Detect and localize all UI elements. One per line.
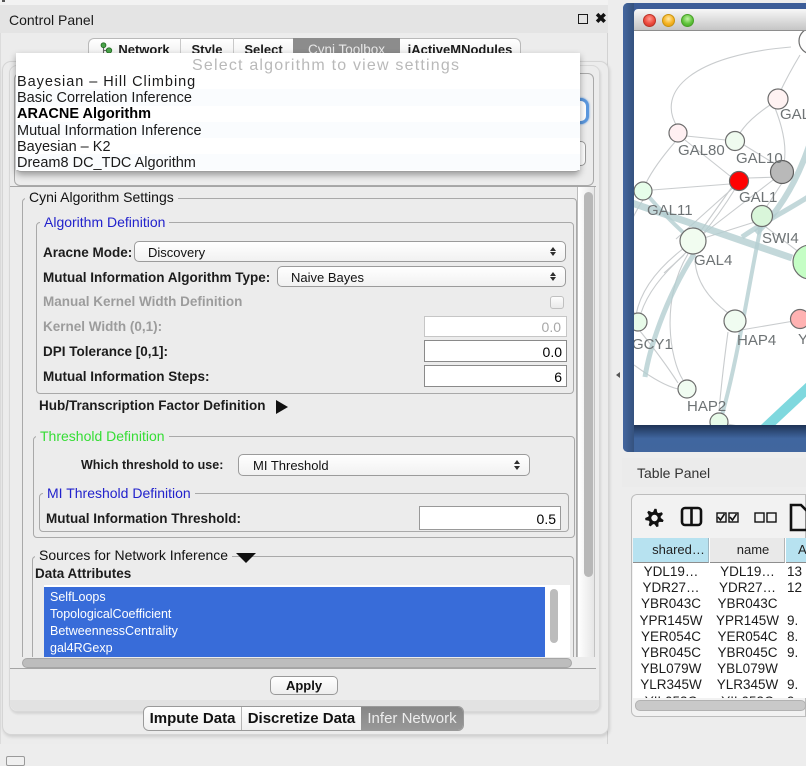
svg-text:HAP4: HAP4 [737, 332, 776, 349]
svg-text:GAL80: GAL80 [678, 142, 725, 159]
svg-text:SWI4: SWI4 [762, 230, 799, 247]
svg-text:GAL1: GAL1 [739, 189, 777, 206]
svg-text:GAL10: GAL10 [736, 150, 783, 167]
svg-text:GAL11: GAL11 [647, 202, 693, 219]
svg-text:GAL4: GAL4 [694, 252, 732, 269]
svg-text:HAP2: HAP2 [687, 398, 726, 415]
svg-text:GCY1: GCY1 [634, 336, 673, 353]
svg-text:YMR: YMR [798, 331, 806, 348]
svg-text:GAL2: GAL2 [780, 106, 806, 123]
